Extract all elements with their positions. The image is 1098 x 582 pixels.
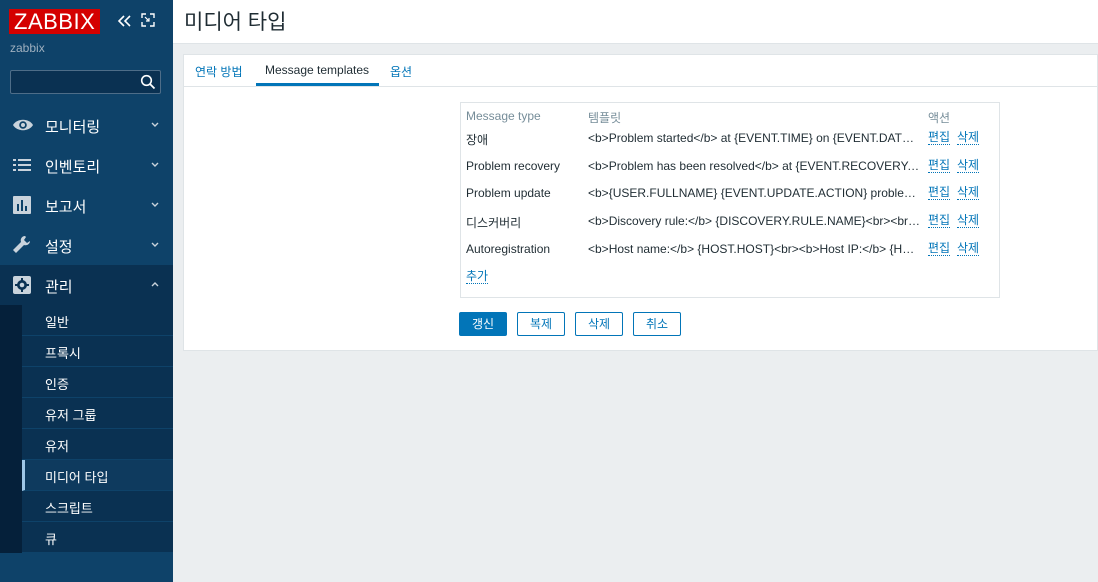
submenu-label: 유저 그룹 (45, 408, 97, 423)
menu-label: 설정 (45, 239, 73, 256)
submenu-label: 큐 (45, 532, 57, 547)
chevron-down-icon (150, 158, 160, 172)
submenu-item-users[interactable]: 유저 (22, 429, 173, 460)
chevron-up-icon (150, 278, 160, 292)
table-row: Autoregistration <b>Host name:</b> {HOST… (461, 236, 1001, 264)
tab-media-type[interactable]: 연락 방법 (195, 63, 243, 80)
edit-link[interactable]: 편집 (928, 214, 951, 228)
table-row: Problem update <b>{USER.FULLNAME} {EVENT… (461, 180, 1001, 208)
message-type: Problem recovery (466, 159, 561, 173)
edit-link[interactable]: 편집 (928, 242, 951, 256)
edit-link[interactable]: 편집 (928, 159, 951, 173)
list-icon (12, 155, 32, 175)
submenu-item-user-groups[interactable]: 유저 그룹 (22, 398, 173, 429)
submenu-item-queue[interactable]: 큐 (22, 522, 173, 553)
form-container: 연락 방법 Message templates 옵션 Message type … (183, 54, 1098, 351)
delete-link[interactable]: 삭제 (957, 159, 980, 173)
menu-item-inventory[interactable]: 인벤토리 (0, 145, 173, 185)
menu-item-configuration[interactable]: 설정 (0, 225, 173, 265)
delete-link[interactable]: 삭제 (957, 131, 980, 145)
menu-label: 모니터링 (45, 119, 101, 136)
chevron-down-icon (150, 198, 160, 212)
delete-link[interactable]: 삭제 (957, 214, 980, 228)
table-row: 장애 <b>Problem started</b> at {EVENT.TIME… (461, 125, 1001, 153)
message-type: Problem update (466, 186, 551, 200)
submenu-label: 프록시 (45, 346, 81, 361)
update-button[interactable]: 갱신 (459, 312, 507, 336)
template-text: <b>Host name:</b> {HOST.HOST}<br><b>Host… (588, 242, 921, 256)
delete-button[interactable]: 삭제 (575, 312, 623, 336)
add-template-link[interactable]: 추가 (466, 270, 489, 284)
gear-icon (12, 275, 32, 295)
server-name: zabbix (10, 41, 45, 55)
submenu-label: 인증 (45, 377, 69, 392)
column-header-message-type: Message type (466, 109, 541, 123)
search-input[interactable] (11, 71, 136, 93)
submenu-label: 유저 (45, 439, 69, 454)
menu-label: 관리 (45, 279, 73, 296)
message-templates-table: Message type 템플릿 액션 장애 <b>Problem starte… (460, 102, 1000, 298)
template-text: <b>Discovery rule:</b> {DISCOVERY.RULE.N… (588, 214, 921, 228)
clone-button[interactable]: 복제 (517, 312, 565, 336)
column-header-action: 액션 (928, 111, 951, 125)
menu-label: 보고서 (45, 199, 87, 216)
menu-label: 인벤토리 (45, 159, 101, 176)
edit-link[interactable]: 편집 (928, 131, 951, 145)
submenu-item-proxies[interactable]: 프록시 (22, 336, 173, 367)
submenu-item-authentication[interactable]: 인증 (22, 367, 173, 398)
page-title: 미디어 타입 (184, 11, 287, 34)
page-header: 미디어 타입 (173, 0, 1098, 44)
chevron-down-icon (150, 238, 160, 252)
table-row: 디스커버리 <b>Discovery rule:</b> {DISCOVERY.… (461, 208, 1001, 236)
sidebar: ZABBIX zabbix 모니터링 인벤토리 보고서 설정 관리 일반 프록시… (0, 0, 173, 582)
table-row: Problem recovery <b>Problem has been res… (461, 153, 1001, 181)
main-menu: 모니터링 인벤토리 보고서 설정 관리 일반 프록시 인증 유저 그룹 유저 미… (0, 105, 173, 553)
tab-bar: 연락 방법 Message templates 옵션 (184, 55, 1098, 87)
zabbix-logo[interactable]: ZABBIX (9, 9, 101, 34)
message-type: 디스커버리 (466, 216, 522, 230)
submenu-label: 스크립트 (45, 501, 93, 516)
search-icon[interactable] (140, 74, 156, 90)
submenu-item-scripts[interactable]: 스크립트 (22, 491, 173, 522)
menu-item-administration[interactable]: 관리 (0, 265, 173, 305)
menu-item-monitoring[interactable]: 모니터링 (0, 105, 173, 145)
bar-chart-icon (12, 195, 32, 215)
submenu-label: 미디어 타입 (45, 470, 109, 485)
kiosk-mode-icon[interactable] (140, 12, 156, 28)
template-text: <b>Problem has been resolved</b> at {EVE… (588, 159, 921, 173)
delete-link[interactable]: 삭제 (957, 186, 980, 200)
message-type: 장애 (466, 133, 489, 147)
message-type: Autoregistration (466, 242, 551, 256)
template-text: <b>Problem started</b> at {EVENT.TIME} o… (588, 131, 921, 145)
eye-icon (12, 115, 33, 135)
submenu-item-general[interactable]: 일반 (22, 305, 173, 336)
submenu: 일반 프록시 인증 유저 그룹 유저 미디어 타입 스크립트 큐 (0, 305, 173, 553)
chevron-down-icon (150, 118, 160, 132)
search-box (10, 70, 161, 94)
collapse-sidebar-icon[interactable] (116, 12, 134, 30)
edit-link[interactable]: 편집 (928, 186, 951, 200)
cancel-button[interactable]: 취소 (633, 312, 681, 336)
delete-link[interactable]: 삭제 (957, 242, 980, 256)
template-text: <b>{USER.FULLNAME} {EVENT.UPDATE.ACTION}… (588, 186, 921, 200)
column-header-template: 템플릿 (588, 111, 622, 125)
active-tab-indicator (256, 83, 379, 86)
submenu-item-media-types[interactable]: 미디어 타입 (22, 460, 173, 491)
menu-item-reports[interactable]: 보고서 (0, 185, 173, 225)
tab-message-templates[interactable]: Message templates (265, 63, 369, 77)
tab-options[interactable]: 옵션 (390, 63, 412, 80)
submenu-label: 일반 (45, 315, 69, 330)
wrench-icon (12, 235, 32, 255)
